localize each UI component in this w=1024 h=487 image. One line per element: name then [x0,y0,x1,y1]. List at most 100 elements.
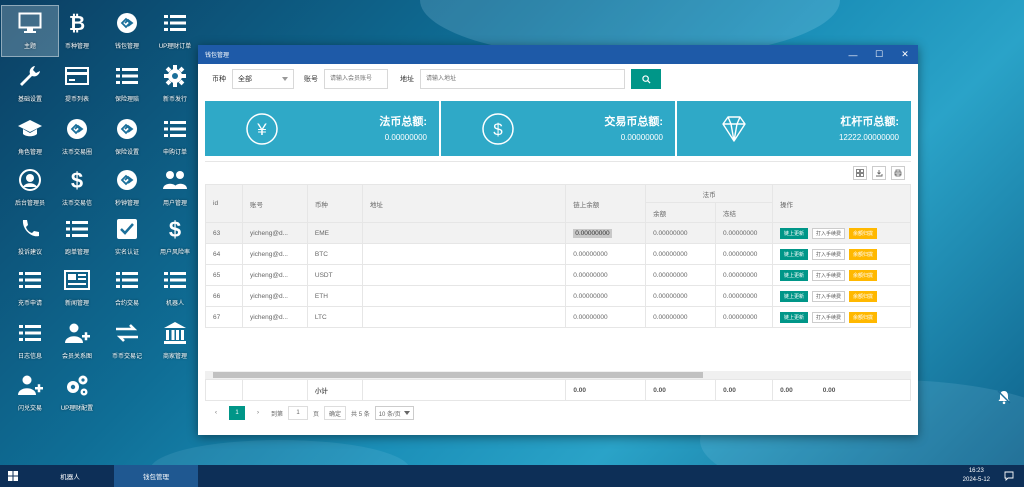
cell-id: 65 [205,264,243,286]
cell-account: yicheng@d... [241,285,308,307]
cell-account: yicheng@d... [241,264,308,286]
list-icon [113,266,141,294]
cell-actions: 链上更新 打入手续费 余额归拢 [772,285,911,307]
balance-sweep-button[interactable]: 余额归拢 [849,269,878,281]
goto-label: 到第 [271,411,284,418]
taskbar-item-robot[interactable]: 机器人 [28,465,112,487]
table-row[interactable]: 63 yicheng@d... EME 0.00000000 0.00000000 0.0… [205,222,911,244]
search-button[interactable] [631,69,661,89]
cell-account: yicheng@d... [241,243,308,265]
taskbar: 机器人 钱包管理 16:23 2024-5-12 [0,465,1024,487]
desktop-icon-4[interactable]: UP理财订单 [147,6,203,56]
address-input[interactable] [420,69,625,89]
desktop-icon-label: 秒钟管理 [114,201,139,207]
balance-sweep-button[interactable]: 余额归拢 [849,227,878,239]
currency-select[interactable]: 全部 [232,69,294,89]
svg-text:$: $ [71,168,83,192]
col-account: 账号 [241,184,308,223]
col-frozen: 冻结 [715,202,774,223]
chain-update-button[interactable]: 链上更新 [780,311,809,323]
desktop-icon-8[interactable]: 新币发行 [147,59,203,109]
chain-update-button[interactable]: 链上更新 [780,248,809,260]
window-title-bar[interactable]: 钱包管理 — ☐ ✕ [198,45,918,64]
desktop-icon-24[interactable]: 机器人 [147,263,203,313]
maximize-button[interactable]: ☐ [866,45,892,64]
desktop-icon-10[interactable]: 法币交易圈 [49,112,105,162]
goto-page-input[interactable]: 1 [288,406,309,420]
chain-update-button[interactable]: 链上更新 [780,290,809,302]
desktop-icon-20[interactable]: $ 用户风险率 [147,212,203,262]
export-icon[interactable] [872,166,886,180]
cell-frozen: 0.00000000 [715,243,774,265]
chain-update-button[interactable]: 链上更新 [780,227,809,239]
desktop-icon-28[interactable]: 商家管理 [147,316,203,366]
desktop-icon-22[interactable]: 新闻管理 [49,263,105,313]
chat-icon[interactable] [1004,471,1014,481]
desktop-icon-6[interactable]: 提币列表 [49,59,105,109]
bell-off-icon[interactable] [996,389,1012,405]
columns-icon[interactable] [853,166,867,180]
prev-page-button[interactable]: ‹ [208,406,224,420]
desktop-icon-label: 新币发行 [162,97,187,103]
account-input[interactable] [324,69,388,89]
desktop-icon-16[interactable]: 用户管理 [147,163,203,213]
stat-value: 0.00000000 [620,133,663,142]
table-row[interactable]: 66 yicheng@d... ETH 0.00000000 0.00000000 0.0… [205,285,911,307]
balance-sweep-button[interactable]: 余额归拢 [849,311,878,323]
cell-actions: 链上更新 打入手续费 余额归拢 [772,222,911,244]
desktop-icon-label: 会员关系图 [61,354,92,360]
chain-update-button[interactable]: 链上更新 [780,269,809,281]
desktop-icon-label: 日志信息 [17,354,42,360]
summary-value: 0.00 0.00 [772,379,911,401]
page-unit-label: 页 [313,411,320,418]
desktop-icon-12[interactable]: 申购订单 [147,112,203,162]
yen-icon: ¥ [246,113,278,145]
page-1-button[interactable]: 1 [229,406,245,420]
list-icon [161,9,189,37]
card-icon [63,62,91,90]
cell-balance: 0.00000000 [645,306,717,328]
pagination: ‹ 1 › 到第 1 页 确定 共 5 条 10 条/页 [208,405,414,421]
cell-chain-balance: 0.00000000 [565,222,647,244]
clock: 16:23 2024-5-12 [963,467,990,485]
cell-chain-balance: 0.00000000 [565,306,647,328]
stat-fiat: ¥ 法币总额: 0.00000000 [205,101,439,156]
minimize-button[interactable]: — [840,45,866,64]
balance-sweep-button[interactable]: 余额归拢 [849,290,878,302]
desktop-icon-label: 钱包管理 [114,44,139,50]
table-row[interactable]: 64 yicheng@d... BTC 0.00000000 0.00000000 0.0… [205,243,911,265]
balance-sweep-button[interactable]: 余额归拢 [849,248,878,260]
wallet-icon [113,9,141,37]
manual-fee-button[interactable]: 打入手续费 [812,311,846,323]
scrollbar-thumb[interactable] [213,372,703,378]
address-label: 地址 [400,76,414,83]
summary-value: 0.00 [645,379,717,401]
desktop-icon-label: 保险理赔 [114,97,139,103]
horizontal-scrollbar[interactable] [205,371,911,379]
desktop-icon-26[interactable]: 会员关系图 [49,316,105,366]
cell-account: yicheng@d... [241,306,308,328]
desktop-icon-2[interactable]: ₿ 币种管理 [49,6,105,56]
table-row[interactable]: 65 yicheng@d... USDT 0.00000000 0.00000000 0.… [205,264,911,286]
print-icon[interactable] [891,166,905,180]
list-icon [113,62,141,90]
desktop-icon-18[interactable]: 跑单管理 [49,212,105,262]
next-page-button[interactable]: › [250,406,266,420]
table-row[interactable]: 67 yicheng@d... LTC 0.00000000 0.00000000 0.0… [205,306,911,328]
manual-fee-button[interactable]: 打入手续费 [812,248,846,260]
desktop-icon-14[interactable]: $ 法币交易信 [49,163,105,213]
manual-fee-button[interactable]: 打入手续费 [812,227,846,239]
col-id: id [205,184,243,223]
taskbar-item-wallet[interactable]: 钱包管理 [114,465,198,487]
manual-fee-button[interactable]: 打入手续费 [812,290,846,302]
desktop-icon-label: 商家管理 [162,354,187,360]
stat-trade: $ 交易币总额: 0.00000000 [441,101,675,156]
desktop-icon-30[interactable]: UP理财配置 [49,368,105,418]
list-icon [16,319,44,347]
cell-actions: 链上更新 打入手续费 余额归拢 [772,306,911,328]
goto-confirm-button[interactable]: 确定 [324,406,347,420]
manual-fee-button[interactable]: 打入手续费 [812,269,846,281]
start-button[interactable] [0,465,26,487]
page-size-select[interactable]: 10 条/页 [374,406,414,420]
close-button[interactable]: ✕ [892,45,918,64]
